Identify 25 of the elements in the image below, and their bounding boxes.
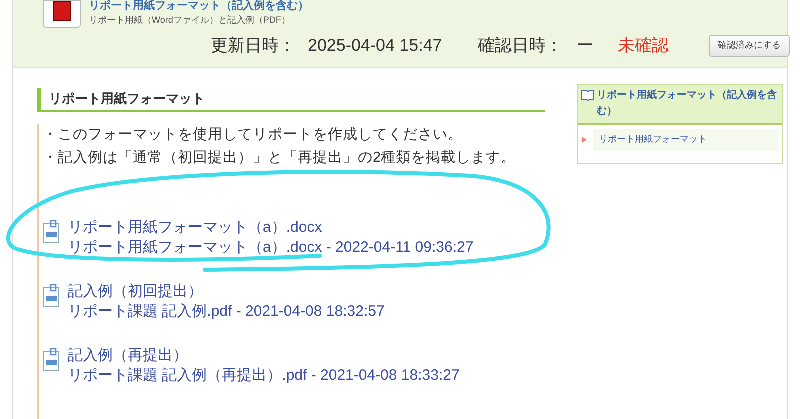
arrow-icon	[582, 136, 587, 143]
section-heading: リポート用紙フォーマット	[37, 88, 545, 112]
file-detail: リポート課題 記入例（再提出）.pdf - 2021-04-08 18:33:27	[68, 366, 460, 386]
book-icon	[581, 90, 595, 101]
mark-confirmed-button[interactable]: 確認済みにする	[709, 35, 790, 56]
file-link[interactable]: 記入例（初回提出）	[68, 282, 385, 302]
note-text: ・このフォーマットを使用してリポートを作成してください。	[43, 126, 464, 144]
file-icon	[43, 220, 60, 244]
file-icon	[43, 348, 60, 372]
file-link[interactable]: 記入例（再提出）	[68, 346, 460, 366]
updated-value: 2025-04-04 15:47	[308, 35, 442, 57]
box-icon	[43, 0, 81, 28]
confirmed-value: ー	[577, 35, 594, 57]
file-detail: リポート課題 記入例.pdf - 2021-04-08 18:32:57	[68, 302, 385, 322]
confirmed-label: 確認日時：	[478, 35, 564, 57]
file-icon	[43, 284, 60, 308]
status-text: 未確認	[618, 35, 670, 57]
sidebar-item[interactable]: リポート用紙フォーマット	[593, 129, 778, 150]
page-subtitle: リポート用紙（Wordファイル）と記入例（PDF）	[89, 14, 290, 27]
page-title: リポート用紙フォーマット（記入例を含む）	[89, 0, 309, 13]
sidebar-title: リポート用紙フォーマット（記入例を含む）	[597, 88, 778, 119]
note-text: ・記入例は「通常（初回提出）」と「再提出」の2種類を掲載します。	[43, 148, 518, 168]
file-detail: リポート用紙フォーマット（a）.docx - 2022-04-11 09:36:27	[68, 238, 474, 258]
updated-label: 更新日時：	[211, 35, 296, 57]
file-link[interactable]: リポート用紙フォーマット（a）.docx	[68, 218, 474, 238]
